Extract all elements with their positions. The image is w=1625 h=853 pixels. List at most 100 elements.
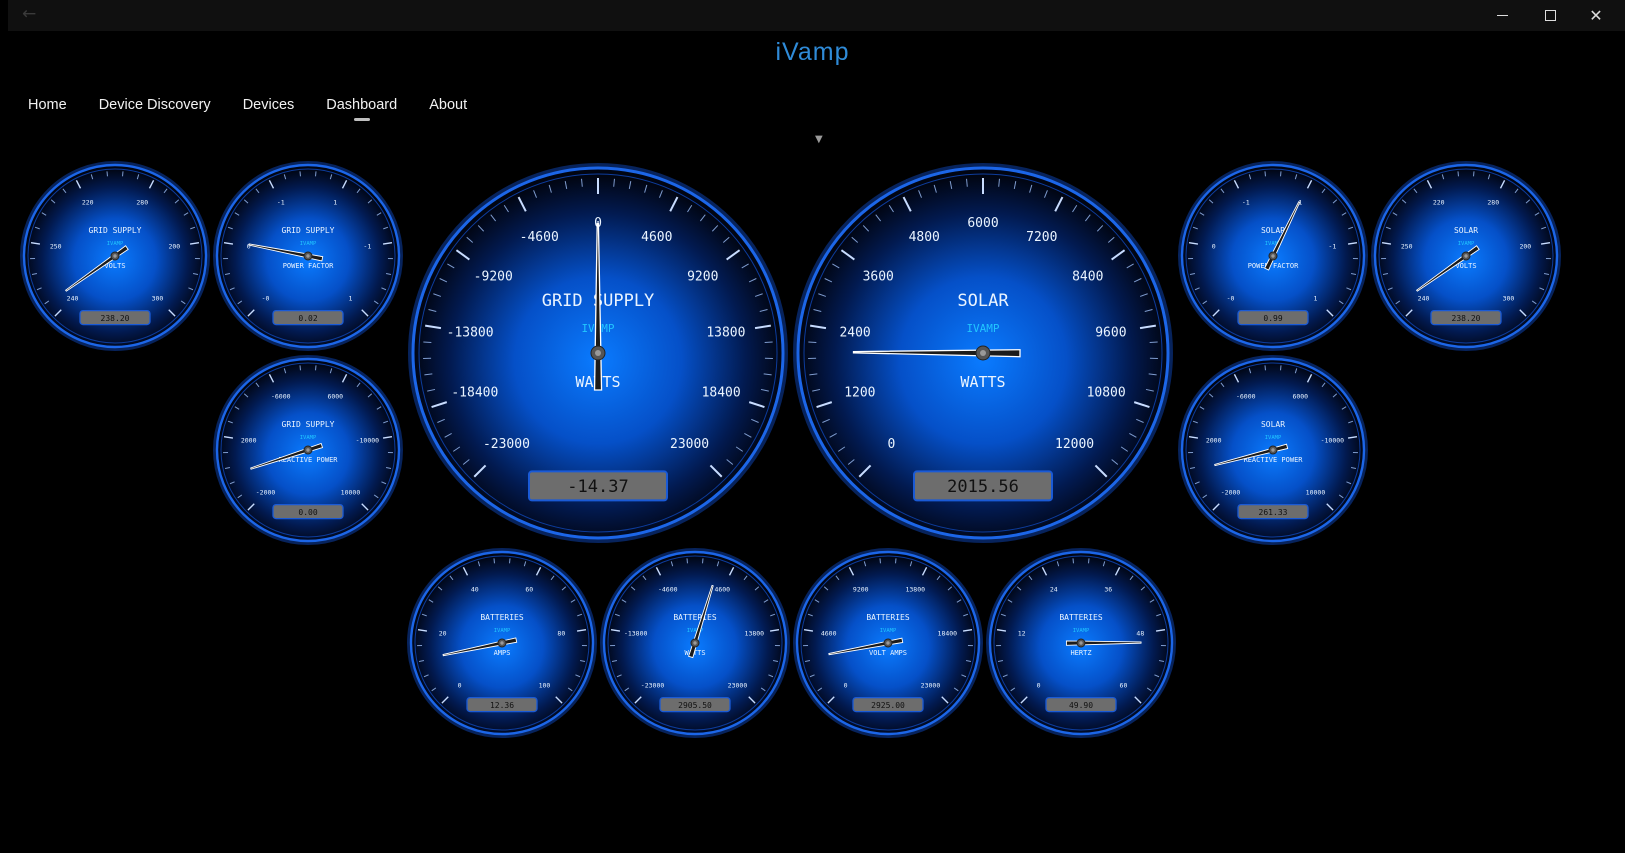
minimize-button[interactable] [1479,0,1525,31]
gauge-scale-label: 280 [136,198,148,206]
gauge-title: SOLAR [1454,226,1478,235]
nav-item-home[interactable]: Home [28,94,67,121]
gauge-title: SOLAR [1261,226,1285,235]
gauge-scale-label: 12 [1018,630,1026,638]
gauge-title: SOLAR [957,291,1009,311]
gauge-solar-power-factor: -00-1 1-11SOLARIVAMPPOWER FACTOR0.99 [1178,161,1368,351]
gauge-scale-label: 20 [439,630,447,638]
gauge-scale-label: 220 [1433,198,1445,206]
nav-item-about[interactable]: About [429,94,467,121]
gauge-scale-label: 13800 [905,585,925,593]
back-arrow-icon[interactable]: ← [22,4,36,24]
nav-item-device-discovery[interactable]: Device Discovery [99,94,211,121]
gauge-scale-label: 0 [1037,681,1041,689]
gauge-scale-label: 8400 [1072,269,1103,284]
gauge-unit: POWER FACTOR [283,262,334,270]
gauge-scale-label: 4800 [909,230,940,245]
gauge-scale-label: -23000 [483,437,530,452]
app-window: ← ✕ iVamp Home Device Discovery Devices … [0,0,1625,853]
gauge-readout: 238.20 [101,314,130,323]
gauge-scale-label: 36 [1104,585,1112,593]
nav-item-dashboard[interactable]: Dashboard [326,94,397,121]
gauge-readout: 49.90 [1069,701,1093,710]
gauge-brand: IVAMP [300,241,317,247]
chevron-down-icon[interactable]: ▼ [815,134,823,145]
gauge-tick [423,341,432,344]
gauge-grid-power-factor: -00-1 1-11GRID SUPPLYIVAMPPOWER FACTOR0.0… [213,161,403,351]
gauge-scale-label: 60 [525,585,533,593]
gauge-tick [808,341,817,344]
nav-item-devices[interactable]: Devices [243,94,295,121]
maximize-icon [1544,10,1556,21]
gauge-scale-label: -9200 [474,269,513,284]
gauge-brand: IVAMP [1265,435,1282,441]
gauge-scale-label: -2000 [256,488,276,496]
minimize-icon [1496,15,1508,16]
gauge-scale-label: -0 [1227,294,1235,302]
gauge-unit: HERTZ [1070,649,1091,657]
gauge-scale-label: 240 [67,294,79,302]
gauge-scale-label: 3600 [863,269,894,284]
gauge-scale-label: 9600 [1095,325,1126,340]
gauge-scale-label: 1200 [844,386,875,401]
gauge-scale-label: 23000 [670,437,709,452]
close-icon: ✕ [1589,5,1603,25]
gauge-title: BATTERIES [866,613,910,622]
gauge-scale-label: 18400 [702,386,741,401]
gauge-title: BATTERIES [673,613,717,622]
close-button[interactable]: ✕ [1573,0,1619,31]
gauge-scale-label: 2000 [1206,437,1222,445]
gauge-scale-label: 60 [1120,681,1128,689]
gauge-scale-label: -1 [363,243,371,251]
gauge-batteries-volt-amps: 0 4600 9200 13800 18400 23000 BATTERIES IVAMP VO… [793,548,983,738]
gauge-scale-label: 1 [1314,294,1318,302]
gauge-readout: 2925.00 [871,701,905,710]
gauge-title: BATTERIES [1059,613,1103,622]
gauge-scale-label: 9200 [853,585,869,593]
gauge-scale-label: -2000 [1221,488,1241,496]
app-title: iVamp [775,38,850,66]
gauge-scale-label: 2000 [241,437,257,445]
gauge-scale-label: -13800 [447,325,494,340]
gauge-scale-label: 4600 [641,230,672,245]
maximize-button[interactable] [1527,0,1573,31]
gauge-unit: POWER FACTOR [1248,262,1299,270]
gauge-scale-label: 10000 [1306,488,1326,496]
gauge-readout: 0.00 [298,508,317,517]
gauge-batteries-hertz: 0 12 24 36 48 60 BATTERIES IVAMP HERTZ 49.90 [986,548,1176,738]
gauge-batteries-watts: -23000 -13800 -4600 4600 13800 23000 BATTERIES… [600,548,790,738]
gauge-readout: -14.37 [567,477,628,497]
gauge-readout: 12.36 [490,701,514,710]
gauge-scale-label: 18400 [938,630,958,638]
gauge-scale-label: 6000 [327,392,343,400]
gauge-scale-label: 250 [50,243,62,251]
gauge-readout: 261.33 [1259,508,1288,517]
gauge-scale-label: 12000 [1055,437,1094,452]
gauge-scale-label: 300 [1503,294,1515,302]
gauge-readout: 0.99 [1263,314,1282,323]
gauge-title: SOLAR [1261,420,1285,429]
gauge-scale-label: 4600 [714,585,730,593]
gauge-scale-label: 4600 [821,630,837,638]
gauge-scale-label: 280 [1487,198,1499,206]
gauge-title: GRID SUPPLY [282,420,335,429]
gauge-scale-label: 0 [888,437,896,452]
gauge-scale-label: -0 [262,294,270,302]
gauge-scale-label: -4600 [658,585,678,593]
gauge-scale-label: -10000 [1321,437,1345,445]
gauge-brand: IVAMP [107,241,124,247]
gauge-scale-label: -1 [1242,198,1250,206]
gauge-scale-label: 24 [1050,585,1058,593]
gauge-scale-label: 48 [1136,630,1144,638]
gauge-scale-label: 0 [844,681,848,689]
gauge-readout: 0.02 [298,314,317,323]
gauge-unit: AMPS [494,649,511,657]
gauge-scale-label: 23000 [921,681,941,689]
main-nav: Home Device Discovery Devices Dashboard … [28,94,499,121]
gauge-scale-label: 100 [539,681,551,689]
gauge-scale-label: -6000 [1236,392,1256,400]
gauge-scale-label: 240 [1418,294,1430,302]
gauge-scale-label: 2400 [839,325,870,340]
gauge-scale-label: 7200 [1026,230,1057,245]
gauge-grid-reactive-power: -2000 2000 -6000 6000 -10000 10000 GRID SUPPLY… [213,355,403,545]
